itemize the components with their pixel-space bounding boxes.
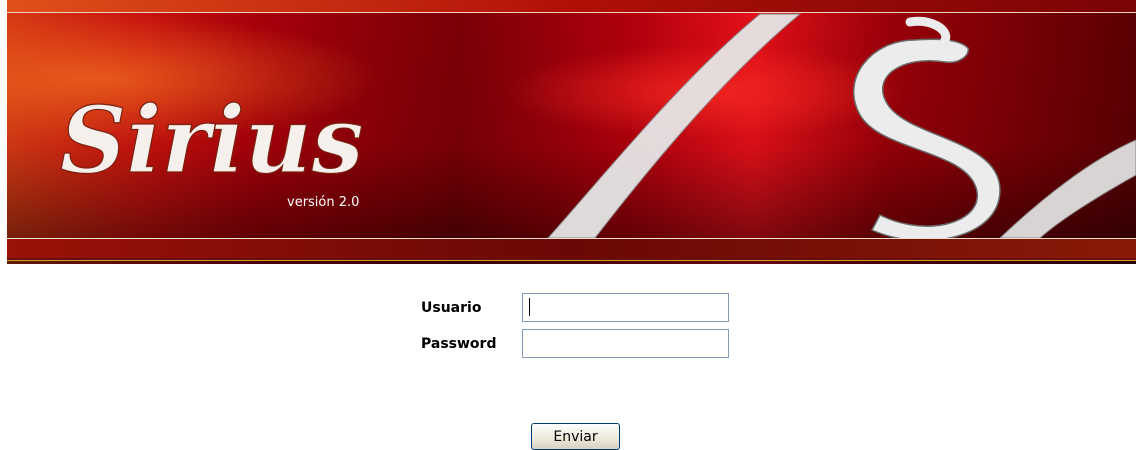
username-label: Usuario	[421, 300, 482, 316]
password-input[interactable]	[522, 329, 729, 358]
password-label: Password	[421, 336, 497, 352]
submit-button[interactable]: Enviar	[531, 423, 620, 450]
username-input[interactable]	[522, 293, 729, 322]
login-form: Usuario Password Enviar	[0, 0, 1136, 450]
text-caret	[529, 298, 530, 316]
